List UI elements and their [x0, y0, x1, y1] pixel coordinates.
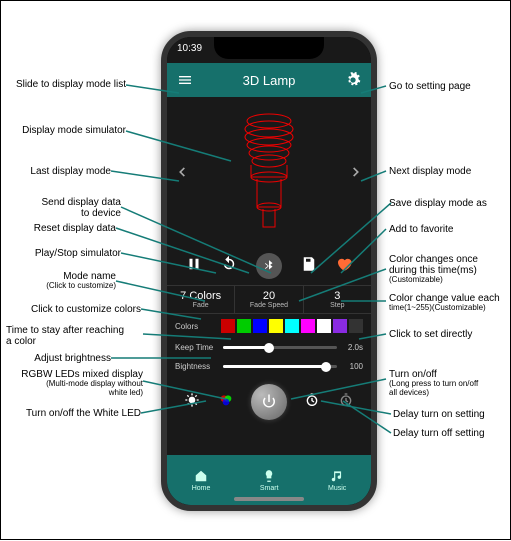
callout: Go to setting page — [389, 81, 504, 92]
rgbw-mix-button[interactable] — [218, 392, 234, 413]
color-swatch[interactable] — [253, 319, 267, 333]
home-indicator — [234, 497, 304, 501]
callout: Play/Stop simulator — [6, 248, 121, 259]
keep-time-row[interactable]: Keep Time 2.0s — [167, 338, 371, 357]
mode-preview — [167, 97, 371, 247]
color-swatch[interactable] — [285, 319, 299, 333]
settings-icon[interactable] — [345, 72, 361, 88]
callout: Click to customize colors — [6, 304, 141, 315]
phone-frame: 10:39 3D Lamp — [161, 31, 377, 511]
mode-params: 7 Colors Fade 20 Fade Speed 3 Step — [167, 285, 371, 314]
favorite-button[interactable] — [335, 255, 353, 278]
color-swatch[interactable] — [301, 319, 315, 333]
lamp-render — [229, 107, 309, 237]
top-nav: 3D Lamp — [167, 63, 371, 97]
callout: Save display mode as — [389, 198, 504, 209]
callout: Click to set directly — [389, 329, 504, 340]
app-screen: 10:39 3D Lamp — [167, 37, 371, 505]
delay-on-button[interactable] — [304, 392, 320, 413]
play-stop-button[interactable] — [185, 255, 203, 278]
tab-smart[interactable]: Smart — [260, 469, 279, 492]
bottom-actions — [167, 376, 371, 428]
callout: Send display datato device — [21, 197, 121, 219]
brightness-row[interactable]: Bightness 100 — [167, 357, 371, 376]
app-title: 3D Lamp — [243, 73, 296, 88]
delay-off-button[interactable] — [338, 392, 354, 413]
callout: Delay turn on setting — [393, 409, 508, 420]
tab-home[interactable]: Home — [192, 469, 211, 492]
callout: Adjust brightness — [26, 353, 111, 364]
color-swatch[interactable] — [317, 319, 331, 333]
next-mode-button[interactable] — [349, 165, 363, 179]
send-bluetooth-button[interactable] — [256, 253, 282, 279]
colors-row[interactable]: Colors — [167, 314, 371, 338]
callout: Mode name(Click to customize) — [46, 271, 116, 291]
callout: RGBW LEDs mixed display(Multi-mode displ… — [6, 369, 143, 398]
notch — [214, 37, 324, 59]
color-swatches[interactable] — [221, 319, 363, 333]
callout: Time to stay after reachinga color — [6, 325, 143, 347]
clock: 10:39 — [177, 43, 202, 54]
power-button[interactable] — [251, 384, 287, 420]
callout: Next display mode — [389, 166, 504, 177]
callout: Color changes onceduring this time(ms)(C… — [389, 254, 507, 285]
menu-icon[interactable] — [177, 72, 193, 88]
tab-music[interactable]: Music — [328, 469, 346, 492]
brightness-slider[interactable] — [223, 365, 337, 368]
callout: Turn on/off the White LED — [6, 408, 141, 419]
color-swatch[interactable] — [349, 319, 363, 333]
callout: Slide to display mode list — [6, 79, 126, 90]
keep-time-slider[interactable] — [223, 346, 337, 349]
callout: Delay turn off setting — [393, 428, 508, 439]
callout: Color change value eachtime(1~255)(Custo… — [389, 293, 509, 313]
mode-name-button[interactable]: 7 Colors Fade — [167, 286, 235, 313]
callout: Turn on/off(Long press to turn on/off al… — [389, 369, 509, 398]
color-swatch[interactable] — [269, 319, 283, 333]
white-led-button[interactable] — [184, 392, 200, 413]
action-toolbar — [167, 247, 371, 285]
callout: Add to favorite — [389, 224, 504, 235]
step-button[interactable]: 3 Step — [304, 286, 371, 313]
save-as-button[interactable] — [300, 255, 318, 278]
callout: Last display mode — [6, 166, 111, 177]
color-swatch[interactable] — [237, 319, 251, 333]
fade-speed-button[interactable]: 20 Fade Speed — [235, 286, 303, 313]
callout: Display mode simulator — [6, 125, 126, 136]
callout: Reset display data — [26, 223, 116, 234]
color-swatch[interactable] — [333, 319, 347, 333]
reset-button[interactable] — [220, 255, 238, 278]
prev-mode-button[interactable] — [175, 165, 189, 179]
color-swatch[interactable] — [221, 319, 235, 333]
